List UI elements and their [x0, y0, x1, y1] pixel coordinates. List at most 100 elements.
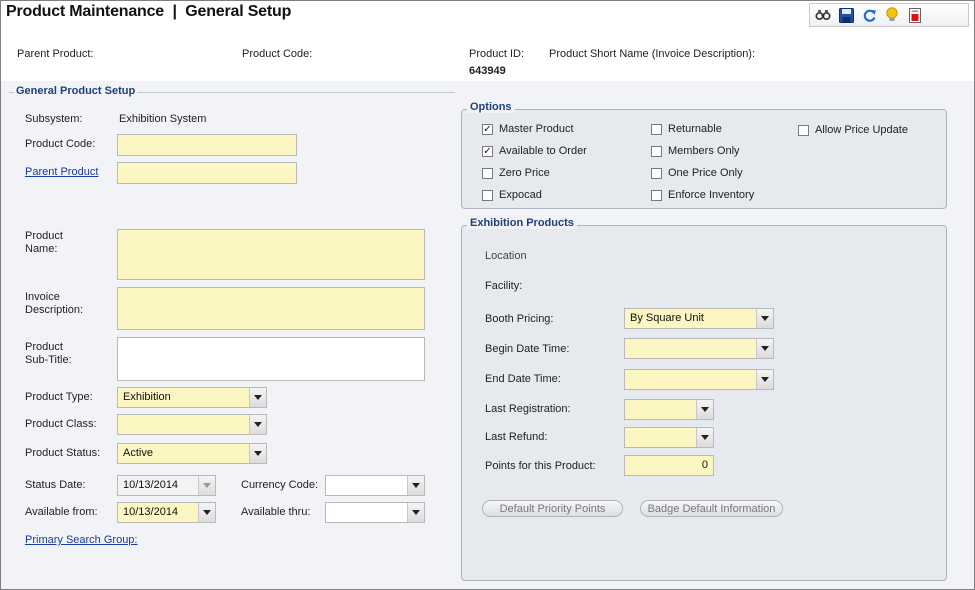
title-area: Product Maintenance | General Setup Pare… — [1, 1, 974, 81]
last-registration-input[interactable] — [624, 399, 714, 420]
checkbox-returnable[interactable] — [651, 123, 662, 135]
invoice-description-input[interactable] — [117, 287, 425, 330]
primary-search-group-link[interactable]: Primary Search Group: — [25, 534, 137, 546]
product-maintenance-window: Product Maintenance | General Setup Pare… — [0, 0, 975, 590]
exhibition-products-panel: Location Facility: Booth Pricing: By Squ… — [461, 225, 947, 581]
option-available-to-order[interactable]: ✓ Available to Order — [482, 145, 587, 157]
product-status-label: Product Status: — [25, 447, 101, 459]
option-members-only[interactable]: Members Only — [651, 145, 740, 157]
product-id-value: 643949 — [469, 65, 506, 77]
product-name-input[interactable] — [117, 229, 425, 280]
option-allow-price-update[interactable]: Allow Price Update — [798, 124, 908, 136]
subsystem-label: Subsystem: — [25, 113, 83, 125]
product-subtitle-label: Product Sub-Title: — [25, 341, 72, 366]
begin-date-time-input[interactable] — [624, 338, 774, 359]
option-label: Available to Order — [499, 145, 587, 157]
product-code-input[interactable] — [117, 134, 297, 156]
chevron-down-icon[interactable] — [756, 309, 773, 328]
product-code-label: Product Code: — [25, 138, 96, 150]
last-refund-label: Last Refund: — [485, 431, 548, 443]
product-type-label: Product Type: — [25, 391, 93, 403]
checkbox-one-price-only[interactable] — [651, 167, 662, 179]
available-thru-label: Available thru: — [241, 506, 311, 518]
product-name-label: Product Name: — [25, 230, 63, 255]
facility-label: Facility: — [485, 280, 523, 292]
checkbox-enforce-inventory[interactable] — [651, 189, 662, 201]
parent-product-link[interactable]: Parent Product — [25, 166, 98, 178]
option-zero-price[interactable]: Zero Price — [482, 167, 550, 179]
status-date-input[interactable]: 10/13/2014 — [117, 475, 216, 496]
chevron-down-icon[interactable] — [407, 476, 424, 495]
option-returnable[interactable]: Returnable — [651, 123, 722, 135]
chevron-down-icon[interactable] — [198, 476, 215, 495]
chevron-down-icon[interactable] — [198, 503, 215, 522]
booth-pricing-label: Booth Pricing: — [485, 313, 554, 325]
option-one-price-only[interactable]: One Price Only — [651, 167, 743, 179]
product-subtitle-input[interactable] — [117, 337, 425, 381]
option-label: Allow Price Update — [815, 124, 908, 136]
points-input[interactable]: 0 — [624, 455, 714, 476]
product-code-header-label: Product Code: — [242, 48, 313, 60]
default-priority-points-button[interactable]: Default Priority Points — [482, 500, 623, 517]
option-enforce-inventory[interactable]: Enforce Inventory — [651, 189, 754, 201]
report-icon[interactable] — [905, 6, 925, 24]
checkbox-allow-price-update[interactable] — [798, 124, 809, 136]
product-id-header-label: Product ID: — [469, 48, 525, 60]
exhibition-products-title: Exhibition Products — [467, 217, 577, 229]
available-thru-input[interactable] — [325, 502, 425, 523]
general-section-title: General Product Setup — [14, 85, 138, 97]
chevron-down-icon[interactable] — [696, 400, 713, 419]
product-class-select[interactable] — [117, 414, 267, 435]
chevron-down-icon[interactable] — [249, 444, 266, 463]
option-label: Zero Price — [499, 167, 550, 179]
subsystem-value: Exhibition System — [119, 113, 207, 125]
options-title: Options — [467, 101, 515, 113]
option-label: Master Product — [499, 123, 574, 135]
product-type-select[interactable]: Exhibition — [117, 387, 267, 408]
status-date-label: Status Date: — [25, 479, 86, 491]
begin-date-time-label: Begin Date Time: — [485, 343, 570, 355]
search-binoculars-icon[interactable] — [813, 6, 833, 24]
option-expocad[interactable]: Expocad — [482, 189, 542, 201]
option-label: Enforce Inventory — [668, 189, 755, 201]
tip-lightbulb-icon[interactable] — [882, 6, 902, 24]
checkbox-members-only[interactable] — [651, 145, 662, 157]
parent-product-header-label: Parent Product: — [17, 48, 94, 60]
chevron-down-icon[interactable] — [407, 503, 424, 522]
invoice-description-label: Invoice Description: — [25, 291, 84, 316]
chevron-down-icon[interactable] — [249, 415, 266, 434]
checkbox-expocad[interactable] — [482, 189, 493, 201]
refresh-icon[interactable] — [859, 6, 879, 24]
option-label: Members Only — [668, 145, 740, 157]
checkbox-master-product[interactable]: ✓ — [482, 123, 493, 135]
main-area: General Product Setup Subsystem: Exhibit… — [1, 81, 974, 589]
chevron-down-icon[interactable] — [756, 339, 773, 358]
save-icon[interactable] — [836, 6, 856, 24]
points-label: Points for this Product: — [485, 460, 596, 472]
option-label: Returnable — [668, 123, 722, 135]
page-title: Product Maintenance | General Setup — [6, 3, 292, 20]
last-refund-input[interactable] — [624, 427, 714, 448]
parent-product-input[interactable] — [117, 162, 297, 184]
option-label: Expocad — [499, 189, 542, 201]
short-name-header-label: Product Short Name (Invoice Description)… — [549, 48, 756, 60]
chevron-down-icon[interactable] — [696, 428, 713, 447]
checkbox-zero-price[interactable] — [482, 167, 493, 179]
end-date-time-label: End Date Time: — [485, 373, 561, 385]
option-label: One Price Only — [668, 167, 743, 179]
options-panel: ✓ Master Product ✓ Available to Order Ze… — [461, 109, 947, 209]
end-date-time-input[interactable] — [624, 369, 774, 390]
badge-default-information-button[interactable]: Badge Default Information — [640, 500, 783, 517]
last-registration-label: Last Registration: — [485, 403, 571, 415]
chevron-down-icon[interactable] — [756, 370, 773, 389]
currency-code-select[interactable] — [325, 475, 425, 496]
toolbar — [809, 3, 969, 27]
available-from-input[interactable]: 10/13/2014 — [117, 502, 216, 523]
checkbox-available-to-order[interactable]: ✓ — [482, 145, 493, 157]
product-status-select[interactable]: Active — [117, 443, 267, 464]
chevron-down-icon[interactable] — [249, 388, 266, 407]
location-label: Location — [485, 250, 527, 262]
booth-pricing-select[interactable]: By Square Unit — [624, 308, 774, 329]
option-master-product[interactable]: ✓ Master Product — [482, 123, 574, 135]
product-class-label: Product Class: — [25, 418, 97, 430]
